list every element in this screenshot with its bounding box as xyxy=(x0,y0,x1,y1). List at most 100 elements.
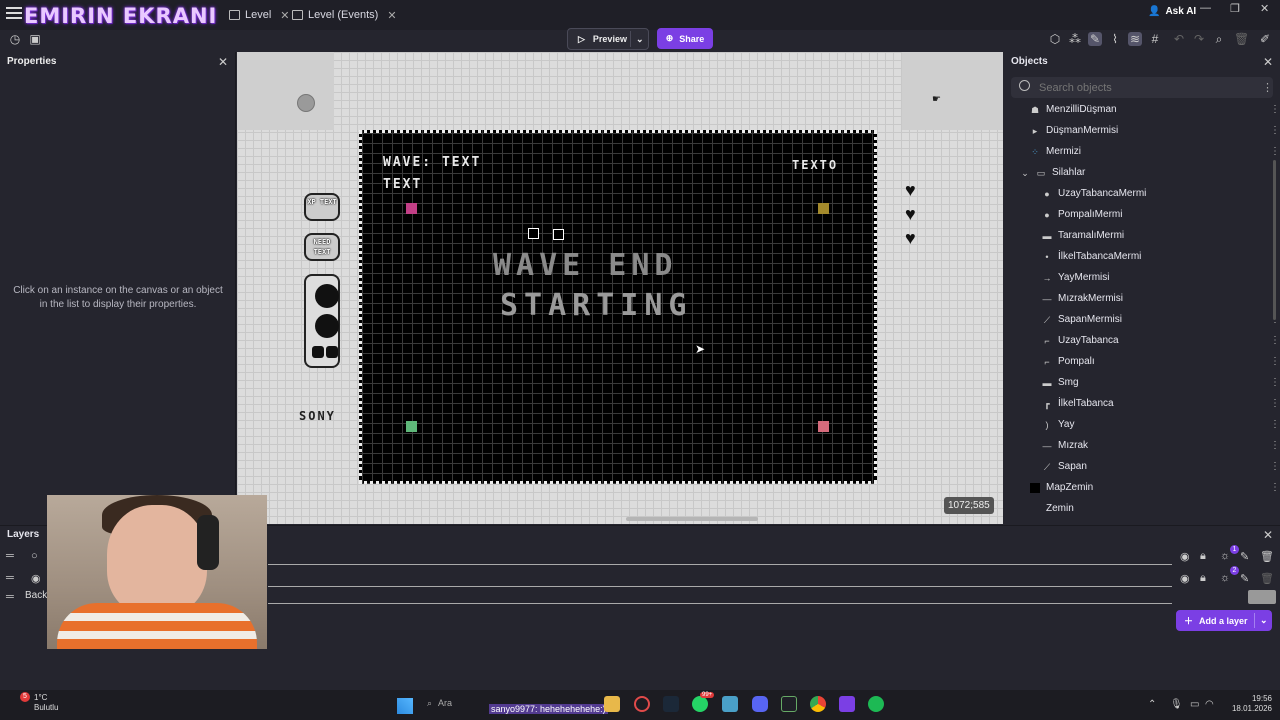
light-icon[interactable]: ☼ xyxy=(1220,572,1230,584)
light-icon[interactable]: ☼ xyxy=(1220,550,1230,562)
chevron-down-icon[interactable]: ⌄ xyxy=(636,34,644,45)
zoom-icon[interactable]: ⌕ xyxy=(1212,32,1226,46)
image-icon[interactable]: ▣ xyxy=(28,32,42,46)
small-instance[interactable] xyxy=(553,229,564,240)
taskbar-search[interactable]: ⌕ Ara xyxy=(427,698,452,709)
tab-level-events[interactable]: Level (Events) ✕ xyxy=(292,6,397,24)
chevron-up-icon[interactable]: ⌃ xyxy=(1148,699,1156,710)
gdevelop-app-icon[interactable] xyxy=(839,696,855,712)
objects-icon[interactable]: ⁂ xyxy=(1068,32,1082,46)
spawn-marker[interactable] xyxy=(818,203,829,214)
list-item[interactable]: ⟋ Sapan ⋮ xyxy=(1030,456,1280,477)
color-swatch[interactable] xyxy=(1248,590,1276,604)
lock-icon[interactable]: 🔒︎ xyxy=(1200,550,1206,563)
more-options-icon[interactable]: ⋮ xyxy=(1270,356,1280,367)
mic-icon[interactable]: 🎙︎ xyxy=(1170,699,1183,710)
more-options-icon[interactable]: ⋮ xyxy=(1270,419,1280,430)
list-item[interactable]: ⌐ UzayTabanca ⋮ xyxy=(1030,330,1280,351)
spawn-marker[interactable] xyxy=(406,421,417,432)
more-options-icon[interactable]: ⋮ xyxy=(1270,461,1280,472)
folder-app-icon[interactable] xyxy=(604,696,620,712)
layers-icon[interactable]: ≋ xyxy=(1128,32,1142,46)
heart-icon[interactable]: ♥ xyxy=(905,228,916,249)
clock[interactable]: 19:56 18.01.2026 xyxy=(1228,694,1272,714)
app-icon[interactable] xyxy=(781,696,797,712)
settings-edit-icon[interactable]: ✐ xyxy=(1258,32,1272,46)
opera-app-icon[interactable] xyxy=(634,696,650,712)
lock-icon[interactable]: 🔒︎ xyxy=(1200,572,1206,585)
chrome-app-icon[interactable] xyxy=(810,696,826,712)
list-item[interactable]: ▸ DüşmanMermisi ⋮ xyxy=(1030,120,1280,141)
close-window-icon[interactable]: ✕ xyxy=(1260,2,1269,15)
list-item[interactable]: ┏ İlkelTabanca ⋮ xyxy=(1030,393,1280,414)
more-options-icon[interactable]: ⋮ xyxy=(1270,104,1280,115)
brush-icon[interactable]: ⌇ xyxy=(1108,32,1122,46)
list-item[interactable]: ⌐ Pompalı ⋮ xyxy=(1030,351,1280,372)
list-item[interactable]: ) Yay ⋮ xyxy=(1030,414,1280,435)
folder-item[interactable]: ⌄▭Silahlar⋮ xyxy=(1020,162,1280,183)
cube-icon[interactable]: ⬡ xyxy=(1048,32,1062,46)
list-item[interactable]: ●PompalıMermi⋮ xyxy=(1030,204,1280,225)
more-options-icon[interactable]: ⋮ xyxy=(1262,81,1273,94)
minimize-icon[interactable]: — xyxy=(1200,2,1211,14)
whatsapp-app-icon[interactable] xyxy=(692,696,708,712)
grid-icon[interactable]: # xyxy=(1148,32,1162,46)
list-item[interactable]: •İlkelTabancaMermi⋮ xyxy=(1030,246,1280,267)
pointer-instance-icon[interactable]: ☛ xyxy=(932,94,941,105)
spawn-marker[interactable] xyxy=(818,421,829,432)
heart-icon[interactable]: ♥ xyxy=(905,204,916,225)
drag-handle-icon[interactable]: ═ xyxy=(6,572,14,584)
heart-icon[interactable]: ♥ xyxy=(905,180,916,201)
redo-icon[interactable]: ↷ xyxy=(1192,32,1206,46)
edit-icon[interactable]: ✎ xyxy=(1088,32,1102,46)
list-item[interactable]: ●UzayTabancaMermi⋮ xyxy=(1030,183,1280,204)
layer-row[interactable] xyxy=(268,564,1172,565)
spawn-marker[interactable] xyxy=(406,203,417,214)
more-options-icon[interactable]: ⋮ xyxy=(1270,335,1280,346)
preview-button[interactable]: ▷ Preview ⌄ xyxy=(567,28,649,50)
share-button[interactable]: ⊕ Share xyxy=(657,28,713,49)
more-options-icon[interactable]: ⋮ xyxy=(1270,440,1280,451)
list-item[interactable]: ☗ MenzilliDüşman ⋮ xyxy=(1030,99,1280,120)
list-item[interactable]: ⟋SapanMermisi⋮ xyxy=(1030,309,1280,330)
ask-ai-button[interactable]: 👤 Ask AI xyxy=(1148,6,1196,17)
list-item[interactable]: — Mızrak ⋮ xyxy=(1030,435,1280,456)
undo-icon[interactable]: ↶ xyxy=(1172,32,1186,46)
edit-icon[interactable]: ✎ xyxy=(1240,550,1249,563)
list-item[interactable]: Zemin xyxy=(1030,498,1280,519)
list-item[interactable]: —MızrakMermisi⋮ xyxy=(1030,288,1280,309)
weather-widget[interactable]: 1°C Bulutlu xyxy=(34,693,58,713)
eye-icon[interactable]: ◉ xyxy=(1180,572,1190,585)
vertical-scrollbar[interactable] xyxy=(1273,160,1276,320)
more-options-icon[interactable]: ⋮ xyxy=(1270,398,1280,409)
circle-instance[interactable] xyxy=(297,94,315,112)
controller-instance[interactable] xyxy=(304,274,340,368)
wifi-icon[interactable]: ◠ xyxy=(1205,699,1214,710)
spotify-app-icon[interactable] xyxy=(868,696,884,712)
small-instance[interactable] xyxy=(528,228,539,239)
xp-text-button[interactable]: XP TEXT xyxy=(304,193,340,221)
list-item[interactable]: MapZemin ⋮ xyxy=(1030,477,1280,498)
list-item[interactable]: ▬ Smg ⋮ xyxy=(1030,372,1280,393)
need-text-button[interactable]: NEED TEXT xyxy=(304,233,340,261)
eye-icon[interactable]: ◉ xyxy=(1180,550,1190,563)
chevron-down-icon[interactable]: ⌄ xyxy=(1260,615,1268,626)
windows-start-icon[interactable] xyxy=(397,698,413,714)
layer-row[interactable] xyxy=(268,603,1172,604)
app-icon[interactable] xyxy=(722,696,738,712)
list-item[interactable]: →YayMermisi⋮ xyxy=(1030,267,1280,288)
more-options-icon[interactable]: ⋮ xyxy=(1270,377,1280,388)
search-objects-input[interactable] xyxy=(1011,77,1273,98)
monitor-icon[interactable]: ▭ xyxy=(1190,699,1199,710)
delete-icon[interactable]: 🗑 xyxy=(1234,32,1249,46)
restore-icon[interactable]: ❐ xyxy=(1230,2,1240,15)
more-options-icon[interactable]: ⋮ xyxy=(1270,482,1280,493)
close-icon[interactable]: ✕ xyxy=(218,55,228,69)
add-layer-button[interactable]: ＋ Add a layer ⌄ xyxy=(1176,610,1272,631)
close-icon[interactable]: ✕ xyxy=(387,9,396,22)
delete-icon[interactable]: 🗑 xyxy=(1260,572,1274,585)
radio-icon[interactable]: ○ xyxy=(31,550,38,562)
edit-icon[interactable]: ✎ xyxy=(1240,572,1249,585)
hamburger-menu-icon[interactable] xyxy=(6,7,22,21)
drag-handle-icon[interactable]: ═ xyxy=(6,591,14,603)
